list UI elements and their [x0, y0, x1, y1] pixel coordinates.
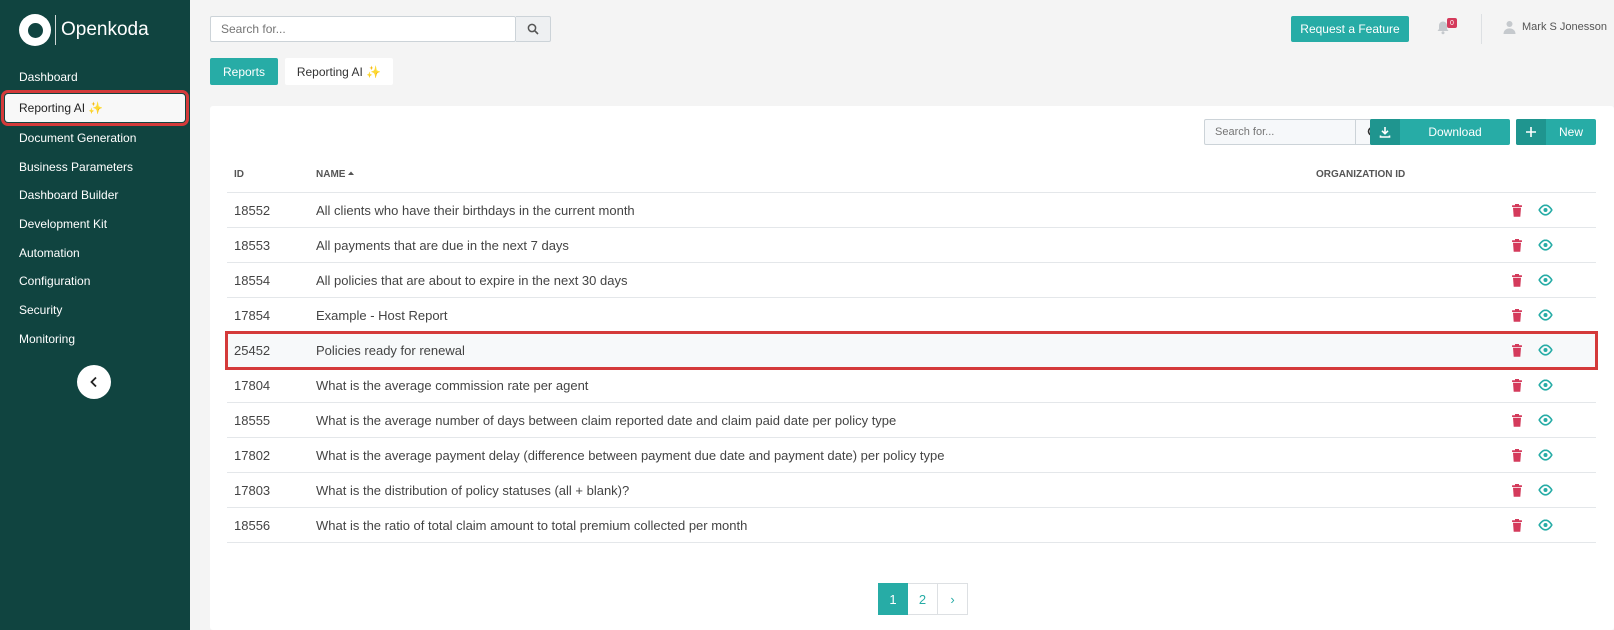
row-name: What is the distribution of policy statu…	[316, 483, 630, 498]
download-icon	[1370, 119, 1400, 145]
column-id[interactable]: ID	[234, 156, 244, 193]
column-organization-id[interactable]: ORGANIZATION ID	[1316, 156, 1405, 193]
sidebar-collapse-button[interactable]	[77, 365, 111, 399]
table-row[interactable]: 25452 Policies ready for renewal	[225, 331, 1598, 370]
sidebar-item-reporting-ai[interactable]: Reporting AI ✨	[1, 89, 189, 126]
table-search-input[interactable]	[1204, 119, 1356, 145]
trash-icon[interactable]	[1511, 309, 1523, 325]
table-row[interactable]: 17802 What is the average payment delay (…	[227, 438, 1596, 473]
global-search-input[interactable]	[210, 16, 516, 42]
row-id: 17802	[234, 448, 271, 463]
row-name: All payments that are due in the next 7 …	[316, 238, 569, 253]
logo-icon	[19, 14, 51, 46]
row-name: What is the average number of days betwe…	[316, 413, 897, 428]
column-name-label: NAME	[316, 169, 346, 180]
eye-icon[interactable]	[1538, 379, 1553, 394]
sort-asc-icon	[348, 171, 355, 175]
eye-icon[interactable]	[1538, 239, 1553, 254]
app-logo[interactable]: Openkoda	[19, 14, 149, 46]
table-row[interactable]: 17804 What is the average commission rate…	[227, 368, 1596, 403]
table-row[interactable]: 18554 All policies that are about to expi…	[227, 263, 1596, 298]
table-row[interactable]: 18555 What is the average number of days …	[227, 403, 1596, 438]
sidebar-item-document-generation[interactable]: Document Generation	[0, 124, 190, 153]
eye-icon[interactable]	[1538, 414, 1553, 429]
table-header: ID NAME ORGANIZATION ID	[227, 156, 1596, 193]
row-name: All policies that are about to expire in…	[316, 273, 628, 288]
trash-icon[interactable]	[1511, 519, 1523, 535]
plus-icon	[1516, 119, 1546, 145]
eye-icon[interactable]	[1538, 449, 1553, 464]
eye-icon[interactable]	[1538, 309, 1553, 324]
table-row[interactable]: 18552 All clients who have their birthday…	[227, 193, 1596, 228]
row-name: Example - Host Report	[316, 308, 448, 323]
row-name: What is the average payment delay (diffe…	[316, 448, 945, 463]
row-id: 18554	[234, 273, 271, 288]
user-name: Mark S Jonesson	[1522, 21, 1607, 33]
page-1-button[interactable]: 1	[878, 583, 908, 615]
sidebar-item-configuration[interactable]: Configuration	[0, 267, 190, 296]
table-row[interactable]: 17854 Example - Host Report	[227, 298, 1596, 333]
row-id: 25452	[234, 343, 271, 358]
user-menu[interactable]: Mark S Jonesson	[1503, 20, 1607, 34]
table-row[interactable]: 18553 All payments that are due in the ne…	[227, 228, 1596, 263]
tab-reports[interactable]: Reports	[210, 58, 278, 85]
eye-icon[interactable]	[1538, 344, 1553, 359]
row-id: 17803	[234, 483, 271, 498]
row-name: All clients who have their birthdays in …	[316, 203, 635, 218]
table-row[interactable]: 17803 What is the distribution of policy …	[227, 473, 1596, 508]
sidebar-nav: Dashboard Reporting AI ✨ Document Genera…	[0, 63, 190, 353]
row-id: 18552	[234, 203, 271, 218]
trash-icon[interactable]	[1511, 274, 1523, 290]
row-name: What is the average commission rate per …	[316, 378, 589, 393]
table-row[interactable]: 18556 What is the ratio of total claim am…	[227, 508, 1596, 543]
sidebar-item-dashboard[interactable]: Dashboard	[0, 63, 190, 92]
trash-icon[interactable]	[1511, 484, 1523, 500]
tab-reporting-ai[interactable]: Reporting AI ✨	[285, 58, 393, 85]
row-id: 18555	[234, 413, 271, 428]
download-label: Download	[1428, 125, 1482, 139]
page-2-button[interactable]: 2	[908, 583, 938, 615]
row-name: What is the ratio of total claim amount …	[316, 518, 748, 533]
search-icon	[527, 23, 539, 35]
sidebar-item-business-parameters[interactable]: Business Parameters	[0, 152, 190, 181]
sidebar-item-development-kit[interactable]: Development Kit	[0, 210, 190, 239]
row-id: 18553	[234, 238, 271, 253]
header-divider	[1481, 14, 1482, 44]
column-name[interactable]: NAME	[316, 156, 355, 193]
sidebar-item-security[interactable]: Security	[0, 296, 190, 325]
user-icon	[1503, 21, 1516, 34]
row-id: 18556	[234, 518, 271, 533]
eye-icon[interactable]	[1538, 519, 1553, 534]
next-page-button[interactable]: ›	[938, 583, 968, 615]
trash-icon[interactable]	[1511, 239, 1523, 255]
sidebar-item-monitoring[interactable]: Monitoring	[0, 325, 190, 354]
sidebar-item-automation[interactable]: Automation	[0, 238, 190, 267]
table-body: 18552 All clients who have their birthday…	[225, 193, 1598, 543]
pagination: 1 2 ›	[878, 583, 968, 615]
row-id: 17854	[234, 308, 271, 323]
chevron-left-icon	[90, 376, 97, 388]
sidebar-item-dashboard-builder[interactable]: Dashboard Builder	[0, 181, 190, 210]
request-feature-button[interactable]: Request a Feature	[1291, 16, 1409, 42]
new-button[interactable]: New	[1516, 119, 1596, 145]
trash-icon[interactable]	[1511, 204, 1523, 220]
reports-card: Download New ID NAME ORGANIZATION ID 185…	[210, 106, 1614, 630]
row-id: 17804	[234, 378, 271, 393]
global-search-button[interactable]	[516, 16, 551, 42]
trash-icon[interactable]	[1511, 449, 1523, 465]
download-button[interactable]: Download	[1370, 119, 1510, 145]
logo-divider	[55, 15, 56, 45]
app-name: Openkoda	[61, 19, 149, 40]
trash-icon[interactable]	[1511, 379, 1523, 395]
trash-icon[interactable]	[1511, 344, 1523, 360]
sidebar: Openkoda Dashboard Reporting AI ✨ Docume…	[0, 0, 190, 630]
trash-icon[interactable]	[1511, 414, 1523, 430]
eye-icon[interactable]	[1538, 204, 1553, 219]
new-label: New	[1558, 125, 1583, 139]
eye-icon[interactable]	[1538, 484, 1553, 499]
row-name: Policies ready for renewal	[316, 343, 465, 358]
notification-badge: 0	[1447, 18, 1457, 28]
eye-icon[interactable]	[1538, 274, 1553, 289]
